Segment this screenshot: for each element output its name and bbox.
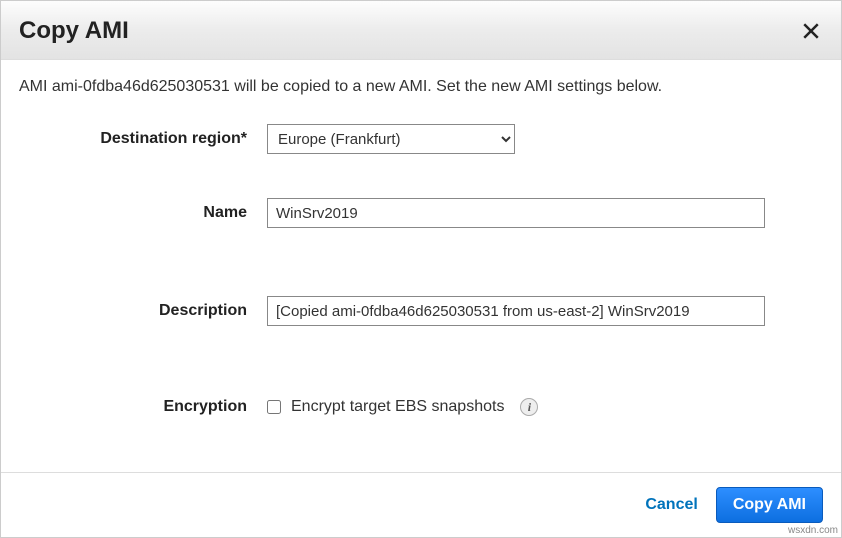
watermark: wsxdn.com <box>788 525 838 536</box>
field-destination-region: Europe (Frankfurt) <box>267 124 823 154</box>
field-encryption: Encrypt target EBS snapshots i <box>267 398 823 416</box>
destination-region-select[interactable]: Europe (Frankfurt) <box>267 124 515 154</box>
label-description: Description <box>19 302 267 320</box>
dialog-body: AMI ami-0fdba46d625030531 will be copied… <box>1 60 841 472</box>
intro-text: AMI ami-0fdba46d625030531 will be copied… <box>19 78 823 96</box>
row-description: Description <box>19 296 823 326</box>
encrypt-checkbox[interactable] <box>267 400 281 414</box>
row-encryption: Encryption Encrypt target EBS snapshots … <box>19 398 823 416</box>
close-button[interactable] <box>799 19 823 43</box>
label-destination-region: Destination region* <box>19 130 267 148</box>
label-name: Name <box>19 204 267 222</box>
field-name <box>267 198 823 228</box>
copy-ami-button[interactable]: Copy AMI <box>716 487 823 523</box>
row-name: Name <box>19 198 823 228</box>
dialog-header: Copy AMI <box>1 1 841 60</box>
dialog-footer: Cancel Copy AMI <box>1 472 841 537</box>
field-description <box>267 296 823 326</box>
label-encryption: Encryption <box>19 398 267 416</box>
encrypt-checkbox-label: Encrypt target EBS snapshots <box>291 398 504 416</box>
dialog-title: Copy AMI <box>19 17 129 45</box>
info-icon[interactable]: i <box>520 398 538 416</box>
description-input[interactable] <box>267 296 765 326</box>
row-destination-region: Destination region* Europe (Frankfurt) <box>19 124 823 154</box>
name-input[interactable] <box>267 198 765 228</box>
copy-ami-dialog: Copy AMI AMI ami-0fdba46d625030531 will … <box>0 0 842 538</box>
cancel-button[interactable]: Cancel <box>645 496 697 514</box>
close-icon <box>802 22 820 40</box>
encryption-checkbox-wrap: Encrypt target EBS snapshots i <box>267 398 538 416</box>
